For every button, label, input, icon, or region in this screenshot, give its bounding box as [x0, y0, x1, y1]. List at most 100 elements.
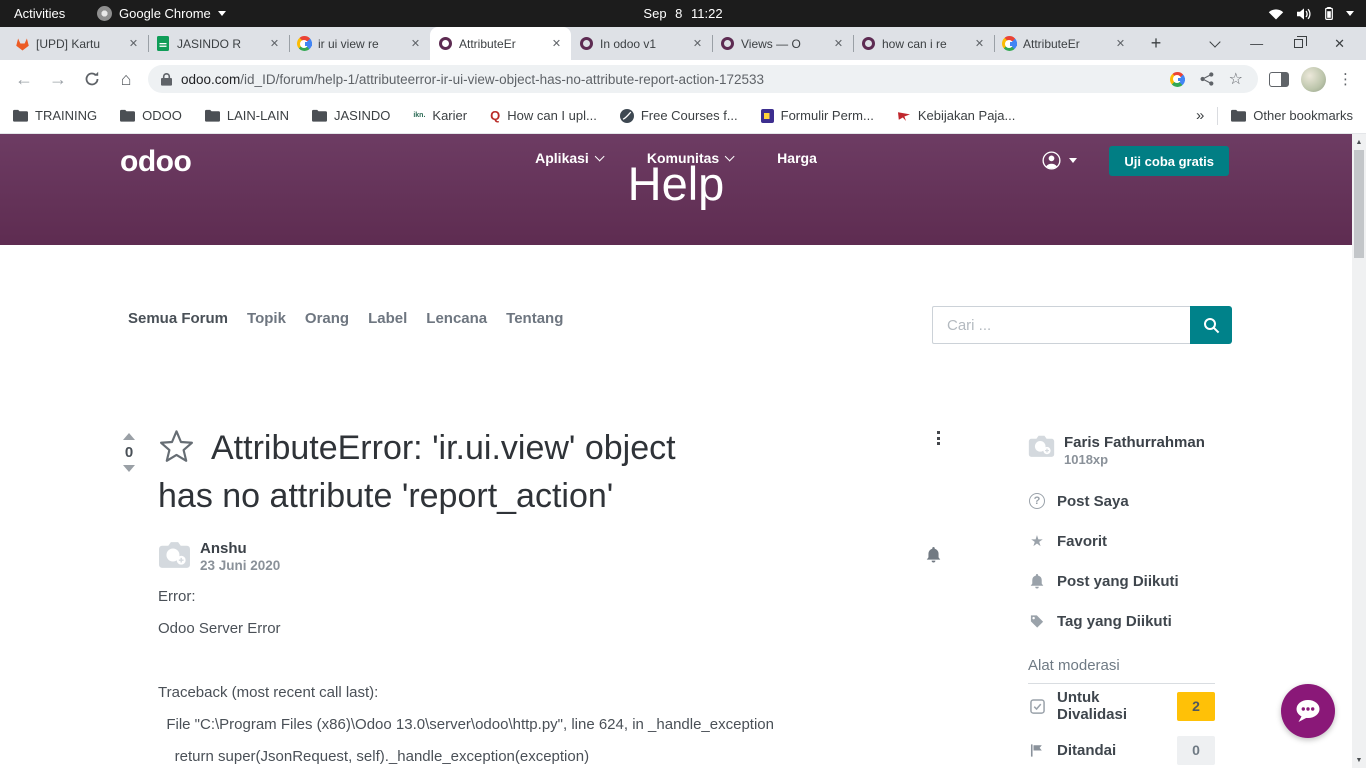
- forum-nav-tentang[interactable]: Tentang: [506, 310, 563, 327]
- tab-title: JASINDO R: [177, 37, 261, 51]
- scroll-up-arrow[interactable]: ▲: [1352, 135, 1366, 149]
- account-menu[interactable]: [1042, 151, 1077, 170]
- upvote-button[interactable]: [123, 433, 135, 440]
- sidebar-item-favorit[interactable]: ★ Favorit: [1028, 521, 1215, 561]
- sidebar-item-untuk-divalidasi[interactable]: Untuk Divalidasi 2: [1028, 684, 1215, 728]
- forum-nav-label[interactable]: Label: [368, 310, 407, 327]
- forum-nav-lencana[interactable]: Lencana: [426, 310, 487, 327]
- minimize-button[interactable]: —: [1250, 36, 1263, 51]
- tab-gitlab-kartu[interactable]: [UPD] Kartu ✕: [7, 27, 148, 60]
- search-button[interactable]: [1190, 306, 1232, 344]
- tab-title: how can i re: [882, 37, 966, 51]
- browser-menu-icon[interactable]: ⋮: [1338, 70, 1353, 88]
- sidebar-item-ditandai[interactable]: Ditandai 0: [1028, 728, 1215, 768]
- close-icon[interactable]: ✕: [690, 36, 705, 51]
- tab-google-search[interactable]: ir ui view re ✕: [289, 27, 430, 60]
- close-window-button[interactable]: ✕: [1334, 36, 1345, 52]
- forum-nav-topik[interactable]: Topik: [247, 310, 286, 327]
- bookmark-how-can-i-upload[interactable]: Q How can I upl...: [490, 108, 597, 123]
- profile-avatar[interactable]: [1301, 67, 1326, 92]
- subscribe-bell-icon[interactable]: [926, 546, 941, 568]
- sidebar-item-post-yang-diikuti[interactable]: Post yang Diikuti: [1028, 561, 1215, 601]
- nav-harga[interactable]: Harga: [777, 150, 817, 166]
- bookmark-folder-odoo[interactable]: ODOO: [120, 108, 182, 123]
- bookmark-formulir[interactable]: Formulir Perm...: [761, 108, 874, 123]
- bookmark-label: Karier: [432, 108, 467, 123]
- home-button[interactable]: ⌂: [112, 65, 140, 93]
- scroll-down-arrow[interactable]: ▼: [1352, 753, 1366, 767]
- forum-search: [932, 306, 1232, 344]
- bookmark-star-icon[interactable]: ☆: [1229, 69, 1243, 89]
- sidebar-item-tag-yang-diikuti[interactable]: Tag yang Diikuti: [1028, 601, 1215, 641]
- wifi-icon: [1268, 8, 1284, 20]
- restore-window-button[interactable]: [1294, 39, 1303, 48]
- sidebar-user[interactable]: Faris Fathurrahman 1018xp: [1028, 434, 1215, 467]
- favorite-star-icon[interactable]: [158, 428, 195, 464]
- forum-nav-orang[interactable]: Orang: [305, 310, 349, 327]
- bookmarks-overflow-button[interactable]: »: [1196, 107, 1204, 124]
- livechat-button[interactable]: [1281, 684, 1335, 738]
- bookmark-free-courses[interactable]: Free Courses f...: [620, 108, 738, 123]
- tab-odoo-how-can-i[interactable]: how can i re ✕: [853, 27, 994, 60]
- tab-title: [UPD] Kartu: [36, 37, 120, 51]
- address-bar[interactable]: odoo.com/id_ID/forum/help-1/attributeerr…: [148, 65, 1258, 93]
- author-name[interactable]: Anshu: [200, 540, 280, 557]
- close-icon[interactable]: ✕: [267, 36, 282, 51]
- tab-active-attributeerror[interactable]: AttributeEr ✕: [430, 27, 571, 60]
- forum-nav-semua-forum[interactable]: Semua Forum: [128, 310, 228, 327]
- tab-google-attributeerror[interactable]: AttributeEr ✕: [994, 27, 1135, 60]
- bookmark-karier[interactable]: ikn. Karier: [413, 108, 467, 123]
- nav-aplikasi[interactable]: Aplikasi: [535, 150, 603, 166]
- share-icon[interactable]: [1200, 72, 1214, 86]
- flag-icon: [1030, 743, 1044, 758]
- bookmark-folder-training[interactable]: TRAINING: [13, 108, 97, 123]
- close-icon[interactable]: ✕: [126, 36, 141, 51]
- back-button[interactable]: ←: [10, 65, 38, 93]
- google-side-search-icon[interactable]: [1170, 72, 1185, 87]
- page-scrollbar[interactable]: ▲ ▼: [1352, 134, 1366, 768]
- bookmark-label: Free Courses f...: [641, 108, 738, 123]
- forward-button[interactable]: →: [44, 65, 72, 93]
- clock[interactable]: Sep 8 11:22: [643, 6, 722, 21]
- post-date: 23 Juni 2020: [200, 557, 280, 574]
- scrollbar-thumb[interactable]: [1354, 150, 1364, 258]
- downvote-button[interactable]: [123, 465, 135, 472]
- system-status-area[interactable]: [1268, 7, 1354, 20]
- other-bookmarks-button[interactable]: Other bookmarks: [1231, 108, 1353, 123]
- star-icon: ★: [1030, 532, 1043, 550]
- sidebar-item-label: Post yang Diikuti: [1057, 573, 1179, 590]
- free-trial-button[interactable]: Uji coba gratis: [1109, 146, 1229, 176]
- sidebar-item-label: Post Saya: [1057, 493, 1129, 510]
- page-content: odoo Aplikasi Komunitas Harga Help Uji c…: [0, 134, 1352, 768]
- activities-button[interactable]: Activities: [14, 6, 65, 21]
- forum-sidebar: Faris Fathurrahman 1018xp ? Post Saya ★ …: [1028, 434, 1215, 768]
- odoo-logo[interactable]: odoo: [120, 145, 191, 179]
- ikn-icon: ikn.: [413, 112, 425, 119]
- tab-odoo-views[interactable]: Views — O ✕: [712, 27, 853, 60]
- bookmark-folder-jasindo[interactable]: JASINDO: [312, 108, 390, 123]
- close-icon[interactable]: ✕: [549, 36, 564, 51]
- post-options-icon[interactable]: [937, 431, 940, 445]
- reload-button[interactable]: [78, 65, 106, 93]
- side-panel-icon[interactable]: [1269, 72, 1289, 87]
- app-menu[interactable]: Google Chrome: [97, 6, 226, 21]
- bookmark-label: Kebijakan Paja...: [918, 108, 1016, 123]
- new-tab-button[interactable]: +: [1143, 31, 1169, 57]
- user-circle-icon: [1042, 151, 1061, 170]
- browser-toolbar: ← → ⌂ odoo.com/id_ID/forum/help-1/attrib…: [0, 60, 1366, 98]
- chat-bubble-icon: [1293, 698, 1323, 725]
- close-icon[interactable]: ✕: [408, 36, 423, 51]
- tab-sheets-jasindo[interactable]: JASINDO R ✕: [148, 27, 289, 60]
- tab-odoo-in-odoo[interactable]: In odoo v1 ✕: [571, 27, 712, 60]
- sidebar-item-post-saya[interactable]: ? Post Saya: [1028, 481, 1215, 521]
- bookmark-folder-lain-lain[interactable]: LAIN-LAIN: [205, 108, 289, 123]
- search-icon: [1203, 317, 1220, 334]
- close-icon[interactable]: ✕: [972, 36, 987, 51]
- other-bookmarks-label: Other bookmarks: [1253, 108, 1353, 123]
- search-input[interactable]: [932, 306, 1190, 344]
- tab-search-chevron-icon[interactable]: [1209, 36, 1220, 47]
- close-icon[interactable]: ✕: [1113, 36, 1128, 51]
- close-icon[interactable]: ✕: [831, 36, 846, 51]
- bookmark-kebijakan[interactable]: Kebijakan Paja...: [897, 108, 1016, 123]
- forum-page-title: Help: [628, 156, 725, 211]
